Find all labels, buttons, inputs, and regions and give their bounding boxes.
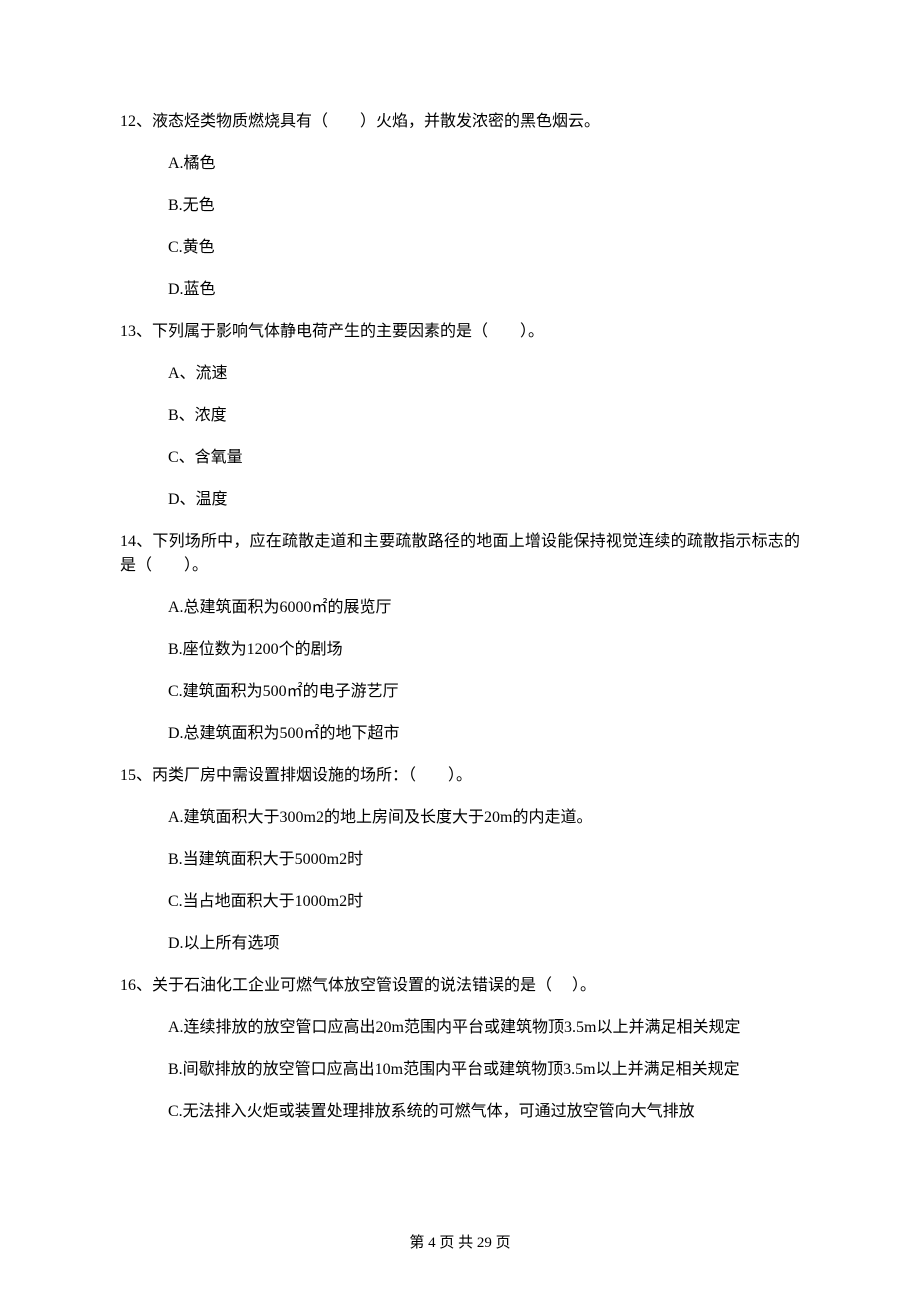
option-list: A.建筑面积大于300m2的地上房间及长度大于20m的内走道。 B.当建筑面积大…	[120, 806, 800, 956]
option-d: D.以上所有选项	[168, 932, 800, 956]
question-text: 12、液态烃类物质燃烧具有（ ）火焰，并散发浓密的黑色烟云。	[120, 110, 800, 134]
question-number: 14、	[120, 533, 152, 550]
question-14: 14、下列场所中，应在疏散走道和主要疏散路径的地面上增设能保持视觉连续的疏散指示…	[120, 530, 800, 746]
question-stem: 关于石油化工企业可燃气体放空管设置的说法错误的是（ ）。	[152, 977, 596, 994]
option-d: D.蓝色	[168, 278, 800, 302]
question-16: 16、关于石油化工企业可燃气体放空管设置的说法错误的是（ ）。 A.连续排放的放…	[120, 974, 800, 1124]
option-a: A、流速	[168, 362, 800, 386]
option-a: A.总建筑面积为6000㎡的展览厅	[168, 596, 800, 620]
option-b: B、浓度	[168, 404, 800, 428]
question-stem: 下列属于影响气体静电荷产生的主要因素的是（ ）。	[152, 323, 544, 340]
option-c: C.无法排入火炬或装置处理排放系统的可燃气体，可通过放空管向大气排放	[168, 1100, 800, 1124]
question-stem: 丙类厂房中需设置排烟设施的场所：（ ）。	[152, 767, 472, 784]
option-b: B.无色	[168, 194, 800, 218]
option-list: A、流速 B、浓度 C、含氧量 D、温度	[120, 362, 800, 512]
question-text: 13、下列属于影响气体静电荷产生的主要因素的是（ ）。	[120, 320, 800, 344]
option-d: D.总建筑面积为500㎡的地下超市	[168, 722, 800, 746]
question-number: 13、	[120, 323, 152, 340]
option-list: A.连续排放的放空管口应高出20m范围内平台或建筑物顶3.5m以上并满足相关规定…	[120, 1016, 800, 1124]
question-stem: 下列场所中，应在疏散走道和主要疏散路径的地面上增设能保持视觉连续的疏散指示标志的…	[120, 533, 800, 574]
option-list: A.橘色 B.无色 C.黄色 D.蓝色	[120, 152, 800, 302]
question-13: 13、下列属于影响气体静电荷产生的主要因素的是（ ）。 A、流速 B、浓度 C、…	[120, 320, 800, 512]
option-c: C.建筑面积为500㎡的电子游艺厅	[168, 680, 800, 704]
option-b: B.间歇排放的放空管口应高出10m范围内平台或建筑物顶3.5m以上并满足相关规定	[168, 1058, 800, 1082]
option-b: B.当建筑面积大于5000m2时	[168, 848, 800, 872]
question-number: 12、	[120, 113, 152, 130]
question-number: 16、	[120, 977, 152, 994]
question-12: 12、液态烃类物质燃烧具有（ ）火焰，并散发浓密的黑色烟云。 A.橘色 B.无色…	[120, 110, 800, 302]
option-c: C.黄色	[168, 236, 800, 260]
question-text: 15、丙类厂房中需设置排烟设施的场所：（ ）。	[120, 764, 800, 788]
option-c: C、含氧量	[168, 446, 800, 470]
option-list: A.总建筑面积为6000㎡的展览厅 B.座位数为1200个的剧场 C.建筑面积为…	[120, 596, 800, 746]
question-number: 15、	[120, 767, 152, 784]
option-a: A.橘色	[168, 152, 800, 176]
option-b: B.座位数为1200个的剧场	[168, 638, 800, 662]
question-15: 15、丙类厂房中需设置排烟设施的场所：（ ）。 A.建筑面积大于300m2的地上…	[120, 764, 800, 956]
question-text: 14、下列场所中，应在疏散走道和主要疏散路径的地面上增设能保持视觉连续的疏散指示…	[120, 530, 800, 578]
document-page: 12、液态烃类物质燃烧具有（ ）火焰，并散发浓密的黑色烟云。 A.橘色 B.无色…	[0, 0, 920, 1302]
option-a: A.建筑面积大于300m2的地上房间及长度大于20m的内走道。	[168, 806, 800, 830]
question-stem: 液态烃类物质燃烧具有（ ）火焰，并散发浓密的黑色烟云。	[152, 113, 600, 130]
page-footer: 第 4 页 共 29 页	[0, 1232, 920, 1255]
option-c: C.当占地面积大于1000m2时	[168, 890, 800, 914]
option-d: D、温度	[168, 488, 800, 512]
option-a: A.连续排放的放空管口应高出20m范围内平台或建筑物顶3.5m以上并满足相关规定	[168, 1016, 800, 1040]
question-text: 16、关于石油化工企业可燃气体放空管设置的说法错误的是（ ）。	[120, 974, 800, 998]
